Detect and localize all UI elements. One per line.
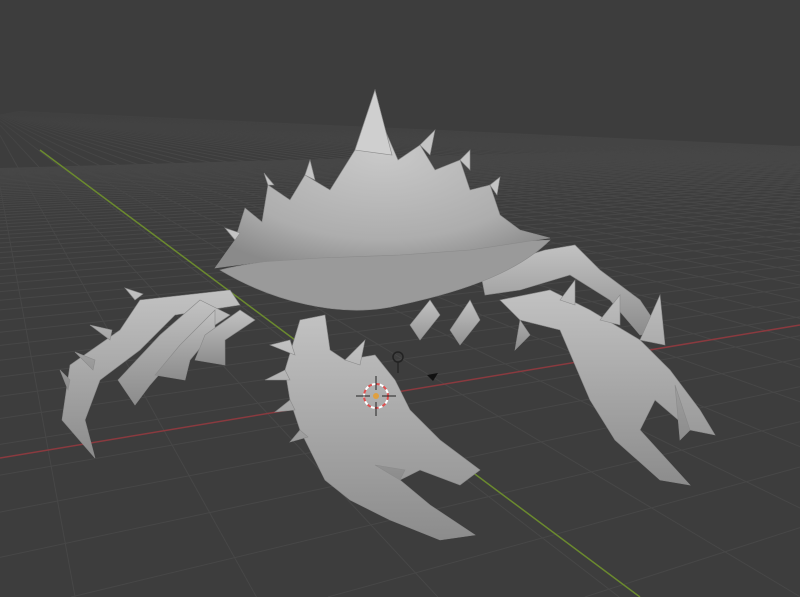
light-icon[interactable] [392, 351, 404, 373]
3d-viewport[interactable] [0, 0, 800, 597]
horizon-fade [0, 0, 800, 160]
viewport-canvas[interactable] [0, 0, 800, 597]
grid-line [584, 527, 800, 597]
